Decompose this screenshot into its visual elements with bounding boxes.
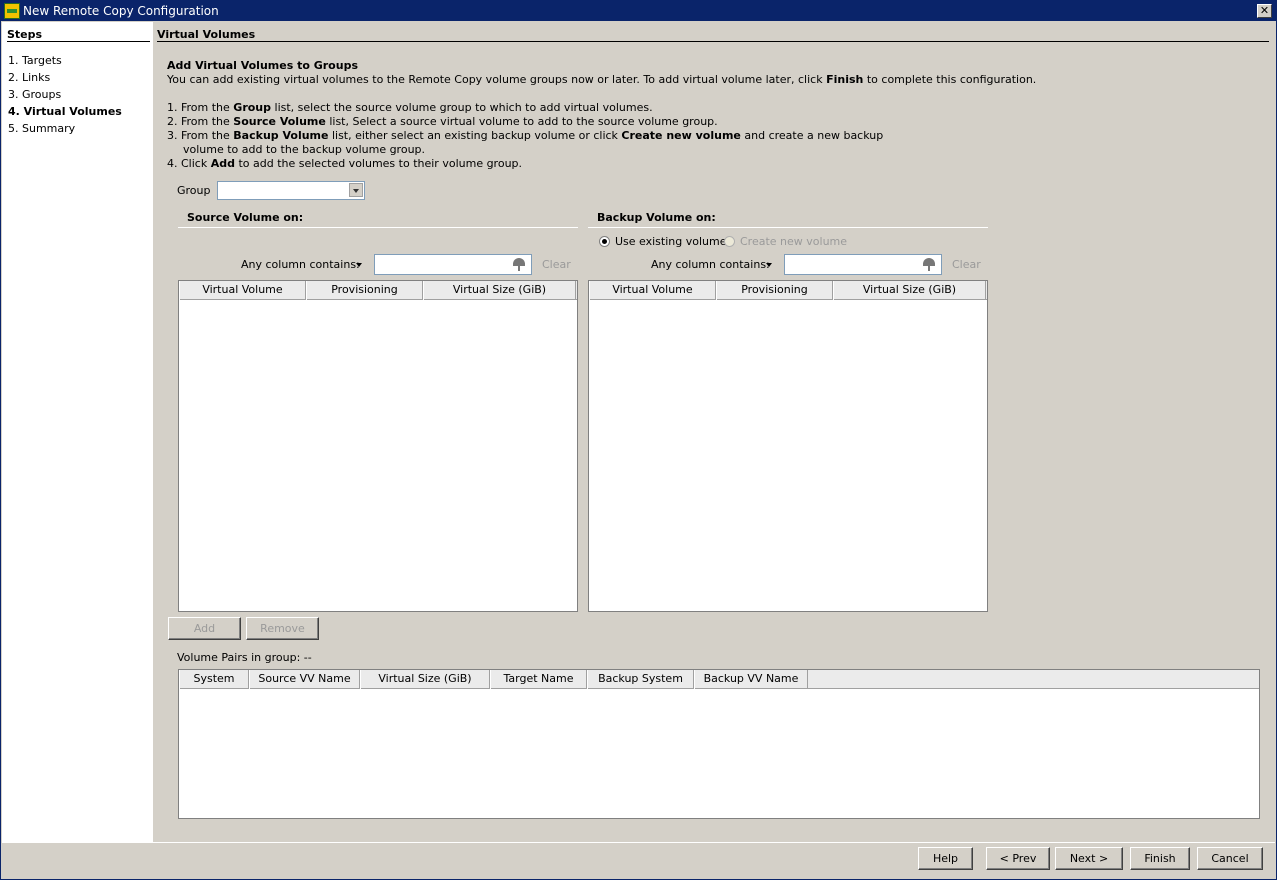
pairs-col-system[interactable]: System	[179, 670, 249, 689]
backup-filter-label: Any column contains:	[651, 258, 770, 271]
volume-pairs-table[interactable]: System Source VV Name Virtual Size (GiB)…	[178, 669, 1260, 819]
backup-volume-table[interactable]: Virtual Volume Provisioning Virtual Size…	[588, 280, 988, 612]
search-icon	[923, 258, 935, 271]
source-clear-link[interactable]: Clear	[542, 258, 571, 271]
group-label: Group	[177, 184, 211, 197]
remove-button[interactable]: Remove	[246, 617, 319, 640]
pairs-col-virtual-size[interactable]: Virtual Size (GiB)	[360, 670, 490, 689]
use-existing-volume-label[interactable]: Use existing volume	[615, 235, 727, 248]
steps-title: Steps	[7, 28, 43, 41]
create-new-volume-label[interactable]: Create new volume	[740, 235, 847, 248]
backup-filter-dropdown-icon[interactable]	[766, 263, 772, 267]
main-panel: Virtual Volumes Add Virtual Volumes to G…	[153, 22, 1275, 842]
source-filter-label: Any column contains:	[241, 258, 360, 271]
step-virtual-volumes: 4. Virtual Volumes	[8, 105, 122, 118]
section-divider	[157, 41, 1269, 42]
add-button[interactable]: Add	[168, 617, 241, 640]
steps-sidebar: Steps 1. Targets 2. Links 3. Groups 4. V…	[2, 22, 153, 842]
pairs-col-backup-system[interactable]: Backup System	[587, 670, 694, 689]
backup-col-virtual-size[interactable]: Virtual Size (GiB)	[833, 281, 986, 300]
intro-text: You can add existing virtual volumes to …	[167, 73, 1037, 86]
source-col-virtual-volume[interactable]: Virtual Volume	[179, 281, 306, 300]
backup-volume-heading: Backup Volume on:	[597, 211, 716, 224]
steps-divider	[7, 41, 150, 42]
footer-divider	[2, 842, 1275, 843]
instruction-3-continued: volume to add to the backup volume group…	[183, 143, 426, 156]
backup-col-virtual-volume[interactable]: Virtual Volume	[589, 281, 716, 300]
finish-button[interactable]: Finish	[1130, 847, 1190, 870]
step-targets: 1. Targets	[8, 54, 62, 67]
instruction-2: 2. From the Source Volume list, Select a…	[167, 115, 718, 128]
instruction-1: 1. From the Group list, select the sourc…	[167, 101, 653, 114]
cancel-button[interactable]: Cancel	[1197, 847, 1263, 870]
intro-title: Add Virtual Volumes to Groups	[167, 59, 358, 72]
chevron-down-icon[interactable]	[349, 183, 363, 197]
dialog-window: New Remote Copy Configuration ✕ Steps 1.…	[0, 0, 1277, 880]
pairs-col-target-name[interactable]: Target Name	[490, 670, 587, 689]
step-groups: 3. Groups	[8, 88, 62, 101]
backup-clear-link[interactable]: Clear	[952, 258, 981, 271]
pairs-col-backup-vv-name[interactable]: Backup VV Name	[694, 670, 808, 689]
instruction-4: 4. Click Add to add the selected volumes…	[167, 157, 523, 170]
source-filter-input[interactable]	[374, 254, 532, 275]
prev-button[interactable]: < Prev	[986, 847, 1050, 870]
pairs-table-header: System Source VV Name Virtual Size (GiB)…	[179, 670, 1259, 689]
create-new-volume-radio[interactable]	[724, 236, 735, 247]
source-col-provisioning[interactable]: Provisioning	[306, 281, 423, 300]
next-button[interactable]: Next >	[1055, 847, 1123, 870]
source-filter-dropdown-icon[interactable]	[356, 263, 362, 267]
source-volume-heading: Source Volume on:	[187, 211, 304, 224]
volume-pairs-label: Volume Pairs in group: --	[177, 651, 312, 664]
use-existing-volume-radio[interactable]	[599, 236, 610, 247]
instruction-3: 3. From the Backup Volume list, either s…	[167, 129, 884, 142]
step-summary: 5. Summary	[8, 122, 76, 135]
source-col-virtual-size[interactable]: Virtual Size (GiB)	[423, 281, 576, 300]
title-bar[interactable]: New Remote Copy Configuration ✕	[1, 1, 1276, 21]
help-button[interactable]: Help	[918, 847, 973, 870]
source-table-header: Virtual Volume Provisioning Virtual Size…	[179, 281, 577, 300]
step-links: 2. Links	[8, 71, 51, 84]
close-button[interactable]: ✕	[1257, 4, 1272, 18]
source-divider	[178, 227, 578, 228]
app-logo-icon	[4, 3, 20, 19]
source-volume-table[interactable]: Virtual Volume Provisioning Virtual Size…	[178, 280, 578, 612]
search-icon	[513, 258, 525, 271]
group-select[interactable]	[217, 181, 365, 200]
backup-col-provisioning[interactable]: Provisioning	[716, 281, 833, 300]
backup-divider	[588, 227, 988, 228]
pairs-col-source-vv-name[interactable]: Source VV Name	[249, 670, 360, 689]
window-title: New Remote Copy Configuration	[23, 4, 219, 18]
section-title: Virtual Volumes	[157, 28, 256, 41]
backup-filter-input[interactable]	[784, 254, 942, 275]
backup-table-header: Virtual Volume Provisioning Virtual Size…	[589, 281, 987, 300]
